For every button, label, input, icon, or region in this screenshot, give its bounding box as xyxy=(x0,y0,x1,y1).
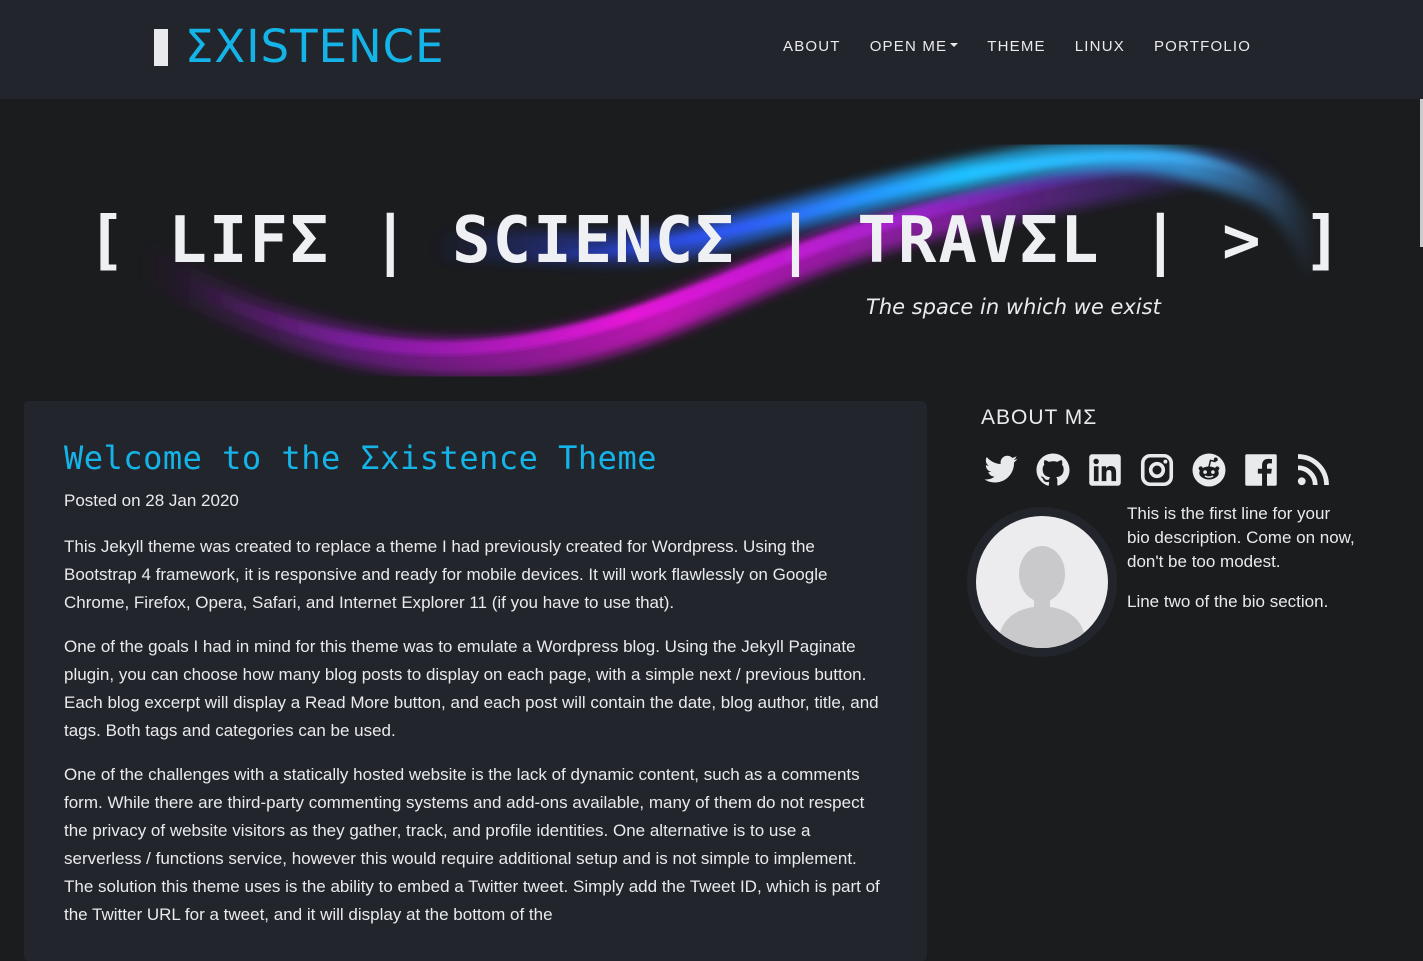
brand-title[interactable]: ΣXISTENCE xyxy=(185,22,445,72)
linkedin-icon[interactable] xyxy=(1087,452,1123,488)
brand-logo[interactable]: ΣXISTENCE xyxy=(154,22,445,72)
nav-item-portfolio[interactable]: PORTFOLIO xyxy=(1154,37,1251,57)
avatar xyxy=(976,516,1108,648)
bio-line: This is the first line for your bio desc… xyxy=(1127,504,1355,571)
social-links xyxy=(983,452,1347,488)
nav-item-theme[interactable]: THEME xyxy=(987,37,1046,57)
post-paragraph: One of the goals I had in mind for this … xyxy=(64,637,879,740)
nav-item-about[interactable]: ABOUT xyxy=(783,37,841,57)
hero-banner: [ LIFΣ | SCIENCΣ | TRAVΣL | > ] The spac… xyxy=(0,99,1423,389)
bio-line: Line two of the bio section. xyxy=(1127,592,1329,611)
brand-bar xyxy=(154,28,168,66)
avatar-frame xyxy=(967,507,1117,657)
post-title-link[interactable]: Welcome to the Σxistence Theme xyxy=(64,439,657,477)
bio: This is the first line for your bio desc… xyxy=(1127,502,1357,630)
post-date: Posted on 28 Jan 2020 xyxy=(64,491,239,510)
about-me-heading: ABOUT MΣ xyxy=(981,406,1098,429)
nav-item-open-me[interactable]: OPEN ME xyxy=(870,37,959,57)
facebook-icon[interactable] xyxy=(1243,452,1279,488)
rss-icon[interactable] xyxy=(1295,452,1331,488)
hero-subtitle: The space in which we exist xyxy=(866,295,1161,319)
hero-title: [ LIFΣ | SCIENCΣ | TRAVΣL | > ] xyxy=(87,204,1344,278)
navbar: ΣXISTENCE ABOUT OPEN ME THEME LINUX PORT… xyxy=(0,0,1423,99)
nav-menu: ABOUT OPEN ME THEME LINUX PORTFOLIO xyxy=(783,37,1280,57)
nav-item-linux[interactable]: LINUX xyxy=(1075,37,1125,57)
post-card: Welcome to the Σxistence Theme Posted on… xyxy=(24,401,927,961)
github-icon[interactable] xyxy=(1035,452,1071,488)
reddit-icon[interactable] xyxy=(1191,452,1227,488)
caret-down-icon xyxy=(950,43,959,48)
instagram-icon[interactable] xyxy=(1139,452,1175,488)
post-excerpt: This Jekyll theme was created to replace… xyxy=(64,533,882,945)
nav-item-open-me-label: OPEN ME xyxy=(869,38,948,55)
avatar-silhouette-icon xyxy=(998,546,1086,648)
twitter-icon[interactable] xyxy=(983,452,1019,488)
post-paragraph: This Jekyll theme was created to replace… xyxy=(64,537,828,612)
post-paragraph: One of the challenges with a statically … xyxy=(64,765,880,924)
